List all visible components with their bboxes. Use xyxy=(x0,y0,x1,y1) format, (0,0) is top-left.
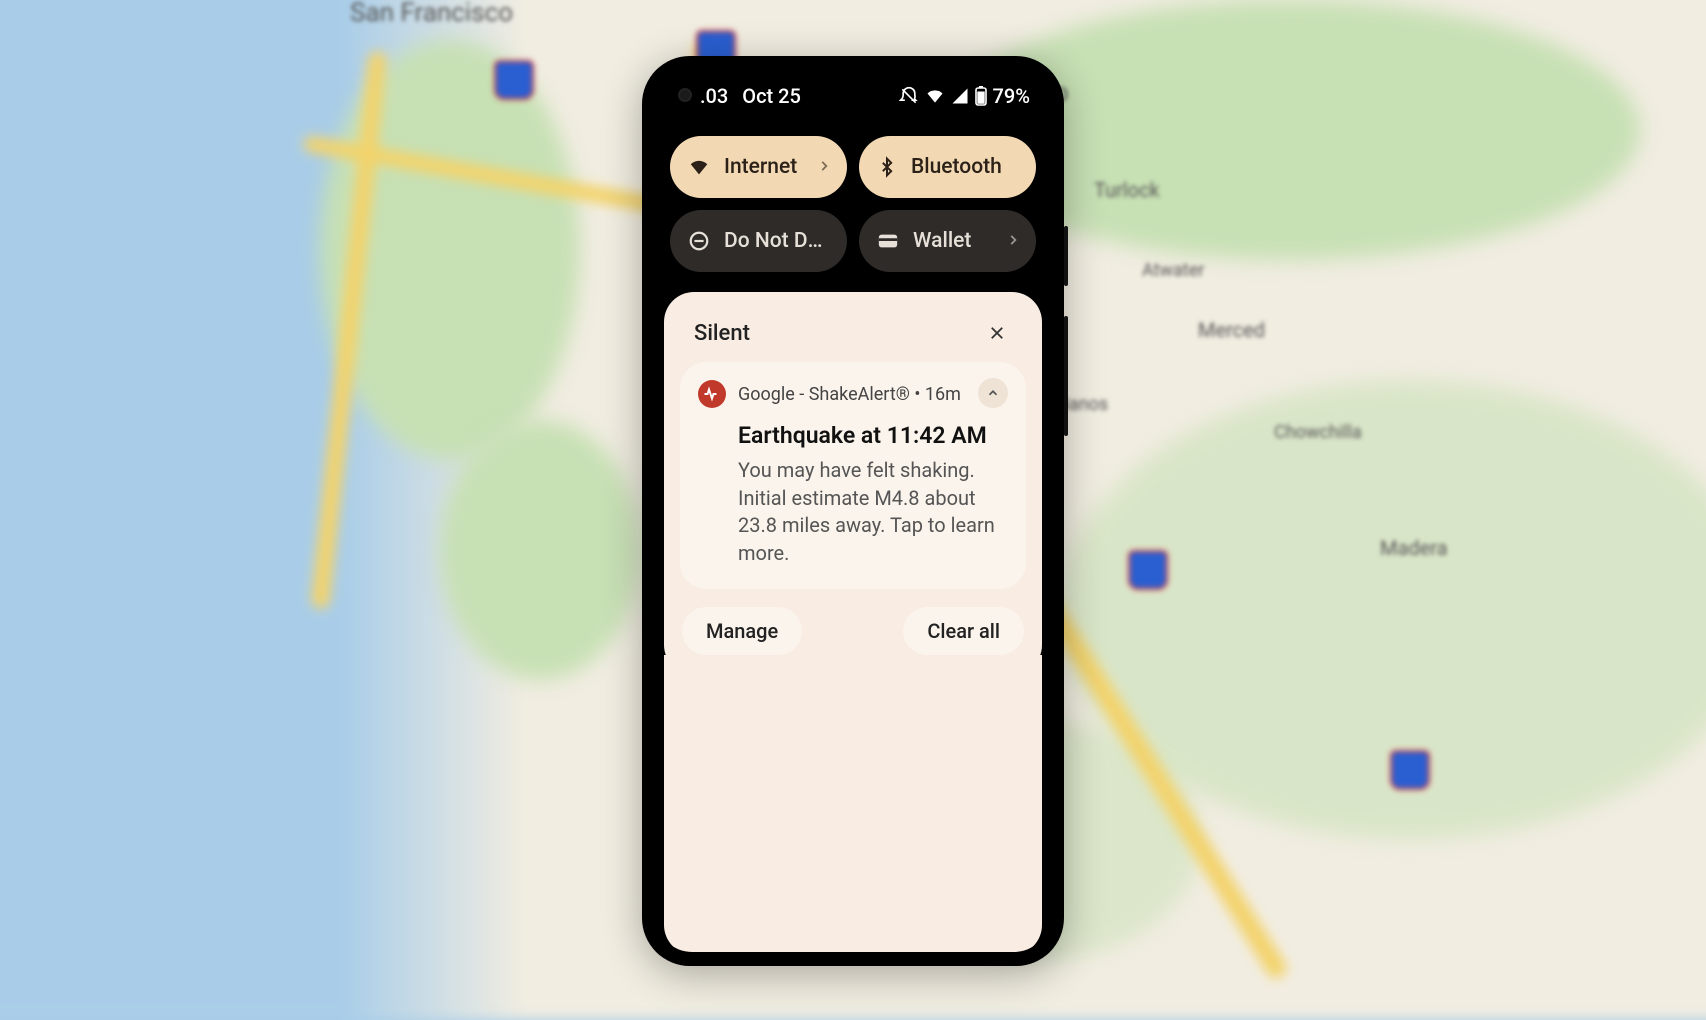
battery-percent: 79% xyxy=(993,84,1030,108)
qs-dnd-chip[interactable]: Do Not Di.. xyxy=(670,210,847,272)
notification-shade: Silent Google - ShakeAlert® • 16m Earthq… xyxy=(664,292,1042,675)
signal-icon xyxy=(951,87,969,105)
wifi-icon xyxy=(925,86,945,106)
dismiss-section-button[interactable] xyxy=(982,318,1012,348)
manage-button[interactable]: Manage xyxy=(682,607,802,655)
map-city-label: San Francisco xyxy=(350,0,513,28)
qs-bluetooth-chip[interactable]: Bluetooth xyxy=(859,136,1036,198)
chevron-right-icon xyxy=(817,155,831,179)
shade-empty-area xyxy=(664,655,1042,952)
status-date: Oct 25 xyxy=(742,84,801,108)
status-time: .03 xyxy=(700,84,728,108)
notification-card[interactable]: Google - ShakeAlert® • 16m Earthquake at… xyxy=(680,362,1026,589)
wallet-icon xyxy=(877,231,899,251)
wifi-icon xyxy=(688,156,710,178)
battery-icon xyxy=(975,86,987,106)
section-title-silent: Silent xyxy=(694,321,750,346)
notification-app-line: Google - ShakeAlert® • 16m xyxy=(738,384,961,405)
highway-shield-icon xyxy=(1390,750,1430,790)
map-city-label: Madera xyxy=(1380,536,1448,560)
collapse-notification-button[interactable] xyxy=(978,378,1008,408)
highway-shield-icon xyxy=(494,60,534,100)
qs-dnd-label: Do Not Di.. xyxy=(724,229,824,253)
qs-internet-label: Internet xyxy=(724,155,797,179)
camera-hole-icon xyxy=(678,88,692,102)
qs-wallet-chip[interactable]: Wallet xyxy=(859,210,1036,272)
clear-all-button[interactable]: Clear all xyxy=(903,607,1024,655)
chevron-right-icon xyxy=(1006,229,1020,253)
phone-frame: .03 Oct 25 79% xyxy=(642,56,1064,966)
map-city-label: Chowchilla xyxy=(1274,422,1362,443)
dnd-off-icon xyxy=(899,86,919,106)
phone-screen: .03 Oct 25 79% xyxy=(656,70,1050,952)
quick-settings: Internet Bluetooth Do Not Di.. xyxy=(656,118,1050,292)
shakealert-app-icon xyxy=(698,380,726,408)
qs-internet-chip[interactable]: Internet xyxy=(670,136,847,198)
map-city-label: Atwater xyxy=(1142,260,1204,281)
notification-title: Earthquake at 11:42 AM xyxy=(738,422,1008,449)
qs-bluetooth-label: Bluetooth xyxy=(911,155,1002,179)
status-bar: .03 Oct 25 79% xyxy=(656,70,1050,118)
qs-wallet-label: Wallet xyxy=(913,229,971,253)
bluetooth-icon xyxy=(877,156,897,178)
map-green-patch xyxy=(440,420,640,680)
notification-body: You may have felt shaking. Initial estim… xyxy=(738,457,1008,567)
map-city-label: Merced xyxy=(1198,318,1265,342)
map-city-label: Turlock xyxy=(1094,178,1160,202)
dnd-icon xyxy=(688,230,710,252)
highway-shield-icon xyxy=(1128,550,1168,590)
